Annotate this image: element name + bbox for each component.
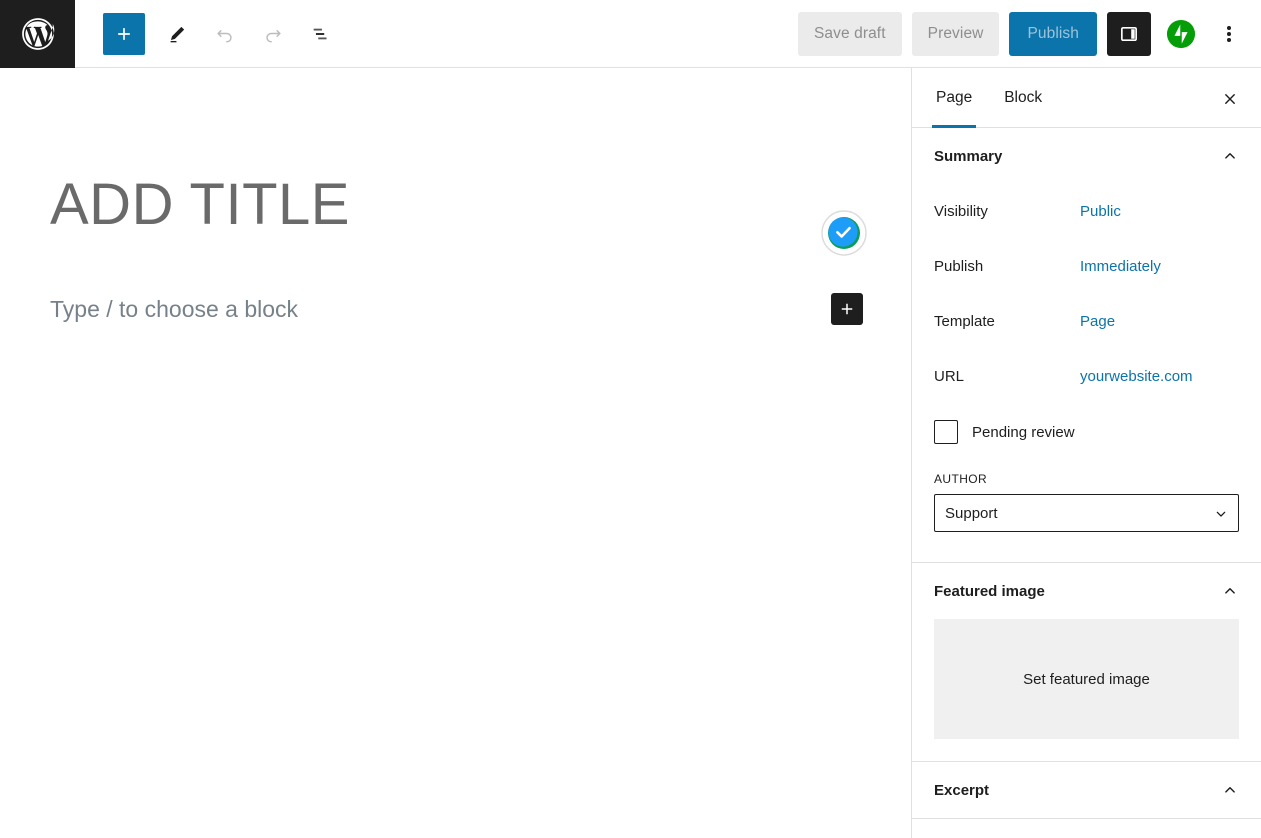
pencil-icon (170, 26, 185, 42)
excerpt-panel-title: Excerpt (934, 781, 990, 799)
ellipsis-vertical-icon (1227, 24, 1231, 44)
settings-sidebar: Page Block Summary Visibility Public Pub… (911, 68, 1261, 838)
chevron-up-icon (1221, 147, 1239, 165)
template-value-button[interactable]: Page (1080, 313, 1115, 330)
editor-top-bar: Save draft Preview Publish (0, 0, 1261, 68)
preview-button[interactable]: Preview (911, 11, 1000, 56)
editor-canvas: ADD TITLE Type / to choose a block (0, 68, 911, 838)
checkmark-circle-icon[interactable] (821, 210, 867, 256)
redo-arrow-icon (266, 29, 281, 43)
publish-button[interactable]: Publish (1009, 11, 1097, 56)
publish-label: Publish (934, 258, 984, 275)
template-label: Template (934, 313, 995, 330)
edit-mode-button[interactable] (153, 10, 201, 58)
pending-review-row: Pending review (934, 408, 1239, 456)
featured-image-panel-toggle[interactable]: Featured image (934, 563, 1239, 619)
more-options-button[interactable] (1211, 12, 1247, 56)
summary-panel-title: Summary (934, 147, 1003, 165)
close-sidebar-button[interactable] (1213, 82, 1247, 116)
author-field-label: AUTHOR (934, 472, 988, 486)
redo-button[interactable] (249, 10, 297, 58)
undo-button[interactable] (201, 10, 249, 58)
sidebar-tab-list: Page Block (912, 68, 1261, 128)
plus-icon (841, 303, 853, 315)
set-featured-image-button[interactable]: Set featured image (934, 619, 1239, 739)
summary-row-template: Template Page (934, 294, 1239, 349)
summary-rows: Visibility Public Publish Immediately Te… (934, 184, 1239, 562)
wordpress-logo-icon (19, 15, 57, 53)
jetpack-button[interactable] (1163, 16, 1199, 52)
wordpress-logo-button[interactable] (0, 0, 75, 68)
canvas-block-inserter-button[interactable] (831, 293, 863, 325)
undo-arrow-icon (217, 29, 232, 43)
excerpt-panel-toggle[interactable]: Excerpt (934, 762, 1239, 818)
summary-row-publish: Publish Immediately (934, 239, 1239, 294)
top-bar-right-actions: Save draft Preview Publish (797, 11, 1261, 56)
summary-row-visibility: Visibility Public (934, 184, 1239, 239)
block-inserter-button[interactable] (103, 12, 145, 55)
url-label: URL (934, 368, 965, 385)
summary-panel-toggle[interactable]: Summary (934, 128, 1239, 184)
excerpt-panel: Excerpt (912, 762, 1261, 819)
tab-block[interactable]: Block (988, 68, 1058, 127)
visibility-value-button[interactable]: Public (1080, 203, 1121, 220)
summary-row-url: URL yourwebsite.com (934, 349, 1239, 404)
document-overview-button[interactable] (297, 10, 345, 58)
default-block-appender[interactable]: Type / to choose a block (50, 296, 298, 323)
save-draft-button[interactable]: Save draft (797, 11, 902, 56)
jetpack-logo-icon (1166, 19, 1196, 48)
document-overview-icon (313, 28, 327, 39)
close-icon (1225, 94, 1235, 104)
plus-icon (118, 27, 130, 40)
pending-review-checkbox[interactable] (934, 420, 958, 444)
chevron-up-icon (1221, 781, 1239, 799)
author-select-wrapper: Support (934, 494, 1239, 532)
featured-image-panel-title: Featured image (934, 582, 1045, 600)
visibility-label: Visibility (934, 203, 988, 220)
summary-panel: Summary Visibility Public Publish Immedi… (912, 128, 1261, 563)
pending-review-label[interactable]: Pending review (972, 424, 1075, 441)
chevron-up-icon (1221, 582, 1239, 600)
featured-image-panel: Featured image Set featured image (912, 563, 1261, 762)
tab-page[interactable]: Page (920, 68, 988, 128)
url-value-button[interactable]: yourwebsite.com (1080, 368, 1193, 385)
settings-panel-icon (1121, 26, 1137, 41)
top-bar-left-tools (75, 10, 345, 58)
settings-sidebar-toggle-button[interactable] (1107, 11, 1151, 56)
author-select[interactable]: Support (934, 494, 1239, 532)
publish-value-button[interactable]: Immediately (1080, 258, 1161, 275)
post-title-input[interactable]: ADD TITLE (50, 173, 350, 237)
